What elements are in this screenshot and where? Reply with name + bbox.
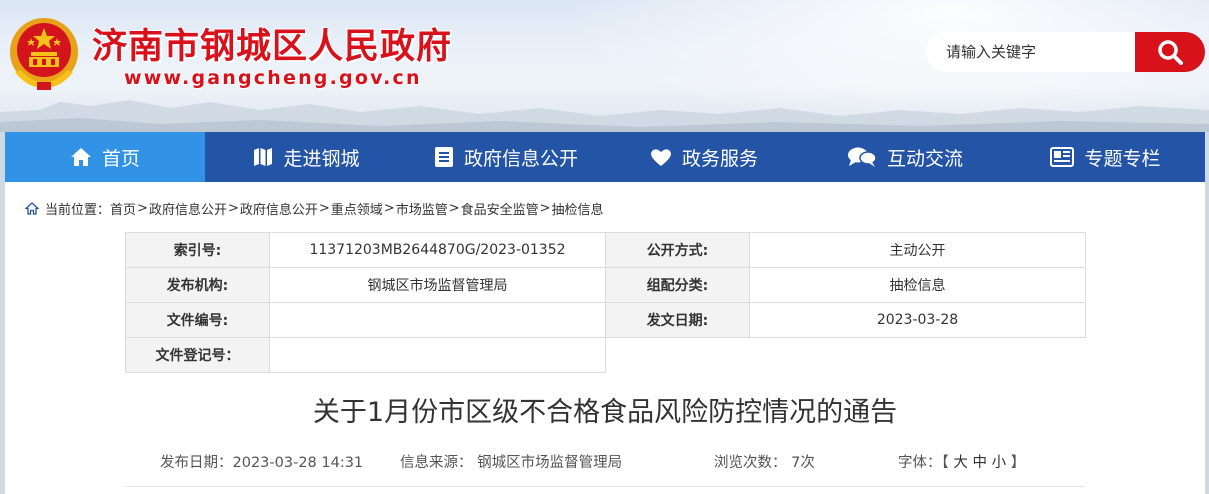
- table-row: 文件登记号：: [125, 337, 1086, 373]
- breadcrumb-link-key-areas[interactable]: 重点领域: [331, 199, 383, 218]
- table-row: 发布机构: 钢城区市场监督管理局 组配分类: 抽检信息: [125, 267, 1086, 303]
- search-input[interactable]: [926, 32, 1135, 72]
- nav-item-label: 专题专栏: [1084, 147, 1161, 170]
- site-header: 济南市钢城区人民政府 www.gangcheng.gov.cn: [0, 0, 1209, 132]
- nav-item-about[interactable]: 走进钢城: [205, 132, 408, 182]
- registration-label: 文件登记号：: [125, 337, 270, 373]
- breadcrumb-prefix: 当前位置：: [45, 203, 111, 218]
- open-method-value: 主动公开: [749, 232, 1086, 268]
- breadcrumb-link-inspection-info[interactable]: 抽检信息: [552, 199, 604, 218]
- font-size-bracket-end: 】: [1010, 455, 1026, 471]
- table-row: 文件编号: 发文日期: 2023-03-28: [125, 302, 1086, 338]
- nav-item-label: 政务服务: [681, 147, 758, 170]
- breadcrumb-separator: >: [448, 201, 460, 216]
- index-value: 11371203MB2644870G/2023-01352: [269, 232, 606, 268]
- map-icon: [254, 148, 273, 166]
- nav-item-interaction[interactable]: 互动交流: [804, 132, 1006, 182]
- nav-item-gov-info[interactable]: 政府信息公开: [408, 132, 604, 182]
- category-value: 抽检信息: [749, 267, 1086, 303]
- nav-item-topics[interactable]: 专题专栏: [1006, 132, 1205, 182]
- breadcrumb: 当前位置： 首页 > 政府信息公开 > 政府信息公开 > 重点领域 > 市场监管…: [25, 199, 604, 218]
- empty-cell: [606, 338, 750, 373]
- registration-value: [269, 337, 606, 373]
- breadcrumb-link-home[interactable]: 首页: [110, 199, 136, 218]
- breadcrumb-separator: >: [137, 201, 148, 216]
- divider: [125, 486, 1085, 487]
- breadcrumb-link-gov-info[interactable]: 政府信息公开: [149, 199, 227, 218]
- nav-item-label: 政府信息公开: [463, 147, 578, 170]
- breadcrumb-link-gov-info-sub[interactable]: 政府信息公开: [240, 199, 318, 218]
- document-meta-table: 索引号: 11371203MB2644870G/2023-01352 公开方式:…: [125, 232, 1086, 373]
- breadcrumb-separator: >: [539, 201, 551, 216]
- nav-item-home[interactable]: 首页: [5, 132, 205, 182]
- index-label: 索引号:: [125, 232, 270, 268]
- breadcrumb-link-market-supervision[interactable]: 市场监管: [396, 199, 448, 218]
- article-title: 关于1月份市区级不合格食品风险防控情况的通告: [312, 397, 898, 428]
- document-list-icon: [434, 147, 453, 167]
- empty-cell: [750, 338, 1086, 373]
- table-row: 索引号: 11371203MB2644870G/2023-01352 公开方式:…: [125, 232, 1086, 268]
- heart-icon: [651, 149, 671, 166]
- font-size-small[interactable]: 小: [992, 455, 1007, 471]
- font-size-large[interactable]: 大: [953, 455, 968, 471]
- breadcrumb-separator: >: [227, 201, 239, 216]
- issue-date-label: 发文日期:: [605, 302, 750, 338]
- breadcrumb-separator: >: [383, 201, 395, 216]
- chat-bubbles-icon: [847, 147, 877, 167]
- main-nav: 首页 走进钢城 政府信息公开 政务服务 互动交流 专题专栏: [5, 132, 1205, 182]
- publisher-label: 发布机构:: [125, 267, 270, 303]
- content-area: 当前位置： 首页 > 政府信息公开 > 政府信息公开 > 重点领域 > 市场监管…: [5, 182, 1205, 494]
- search-icon: [1158, 40, 1183, 65]
- publish-date: 发布日期：2023-03-28 14:31: [160, 455, 364, 471]
- newspaper-icon: [1050, 147, 1075, 167]
- view-count: 浏览次数： 7次: [714, 455, 815, 471]
- search-button[interactable]: [1135, 32, 1205, 72]
- issue-date-value: 2023-03-28: [749, 302, 1086, 338]
- nav-item-label: 互动交流: [886, 147, 963, 170]
- home-icon: [70, 148, 91, 166]
- info-source: 信息来源： 钢城区市场监督管理局: [400, 455, 623, 471]
- site-title[interactable]: 济南市钢城区人民政府: [92, 18, 452, 69]
- nav-item-label: 走进钢城: [283, 147, 360, 170]
- site-url[interactable]: www.gangcheng.gov.cn: [124, 67, 422, 89]
- open-method-label: 公开方式:: [605, 232, 750, 268]
- font-size-control: 字体：【 大 中 小 】: [898, 451, 1025, 472]
- breadcrumb-separator: >: [318, 201, 330, 216]
- search-box: [926, 32, 1205, 72]
- font-size-medium[interactable]: 中: [972, 455, 987, 471]
- file-number-value: [269, 302, 606, 338]
- breadcrumb-link-food-safety[interactable]: 食品安全监管: [461, 199, 539, 218]
- publisher-value: 钢城区市场监督管理局: [269, 267, 606, 303]
- nav-item-label: 首页: [101, 147, 140, 170]
- location-home-icon: [25, 202, 39, 215]
- font-size-label: 字体：【: [898, 455, 949, 471]
- category-label: 组配分类:: [605, 267, 750, 303]
- file-number-label: 文件编号:: [125, 302, 270, 338]
- national-emblem-icon: [10, 18, 78, 90]
- nav-item-services[interactable]: 政务服务: [604, 132, 804, 182]
